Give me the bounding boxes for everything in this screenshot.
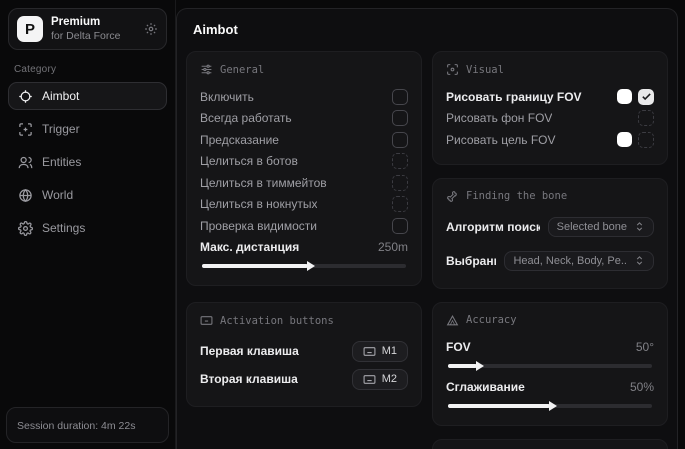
general-card: General Включить Всегда работать Предска…: [186, 51, 422, 286]
visual-row: Рисовать фон FOV: [446, 108, 654, 130]
slider-value: 50%: [630, 380, 654, 394]
slider-row: FOV 50°: [446, 337, 654, 359]
checkbox[interactable]: [638, 89, 654, 105]
crosshair-icon: [18, 89, 33, 104]
check-icon: [641, 91, 652, 102]
visual-row: Рисовать границу FOV: [446, 86, 654, 108]
sidebar-item-entities[interactable]: Entities: [8, 148, 167, 176]
toggle-row: Включить: [200, 86, 408, 108]
toggle-row: Целиться в тиммейтов: [200, 172, 408, 194]
fov-slider[interactable]: [448, 364, 652, 368]
main-panel: Aimbot General Включить Всегда работать: [176, 8, 678, 449]
toggle-row: Проверка видимости: [200, 215, 408, 237]
checkbox[interactable]: [392, 175, 408, 191]
entities-icon: [18, 155, 33, 170]
sidebar-item-world[interactable]: World: [8, 181, 167, 209]
keybind-button[interactable]: M1: [352, 341, 408, 362]
visual-card: Visual Рисовать границу FOV Рисовать фон…: [432, 51, 668, 165]
section-title: Accuracy: [466, 314, 517, 326]
checkbox[interactable]: [638, 132, 654, 148]
max-distance-slider[interactable]: [202, 264, 406, 268]
slider-value: 50°: [636, 340, 654, 354]
bone-algorithm-select[interactable]: Selected bone: [548, 217, 654, 237]
smoothing-slider[interactable]: [448, 404, 652, 408]
visual-row: Рисовать цель FOV: [446, 129, 654, 151]
checkbox[interactable]: [638, 110, 654, 126]
trigger-scope-icon: [18, 122, 33, 137]
page-title: Aimbot: [193, 22, 661, 37]
bone-card: Finding the bone Алгоритм поиска кости S…: [432, 178, 668, 289]
toggle-row: Предсказание: [200, 129, 408, 151]
bone-row: Выбранные кости Head, Neck, Body, Pe..: [446, 247, 654, 275]
section-title: Activation buttons: [220, 315, 334, 327]
keybind-row: Первая клавиша M1: [200, 337, 408, 365]
chevrons-up-down-icon: [634, 255, 645, 266]
sidebar-item-aimbot[interactable]: Aimbot: [8, 82, 167, 110]
section-title: General: [220, 64, 264, 76]
sidebar-item-label: World: [42, 188, 73, 202]
keybind-row: Вторая клавиша M2: [200, 365, 408, 393]
section-title: Finding the bone: [466, 190, 567, 202]
sidebar-item-label: Settings: [42, 221, 85, 235]
keyboard-icon: [363, 373, 376, 386]
brand-card: P Premium for Delta Force: [8, 8, 167, 50]
sidebar-item-settings[interactable]: Settings: [8, 214, 167, 242]
checkbox[interactable]: [392, 110, 408, 126]
chevrons-up-down-icon: [634, 221, 645, 232]
sidebar-nav: Aimbot Trigger Entities World Settings: [6, 82, 169, 242]
sidebar-item-label: Aimbot: [42, 89, 79, 103]
switch-delay-card: Switch Delay Задержка переключения Задер…: [432, 439, 668, 449]
sidebar-item-label: Entities: [42, 155, 81, 169]
sidebar-item-trigger[interactable]: Trigger: [8, 115, 167, 143]
toggle-row: Целиться в ботов: [200, 151, 408, 173]
session-duration: Session duration: 4m 22s: [6, 407, 169, 443]
bone-row: Алгоритм поиска кости Selected bone: [446, 213, 654, 241]
brand-subtitle: for Delta Force: [51, 30, 136, 42]
checkbox[interactable]: [392, 196, 408, 212]
sidebar: P Premium for Delta Force Category Aimbo…: [0, 0, 176, 449]
keyboard-icon: [200, 314, 213, 327]
keybind-button[interactable]: M2: [352, 369, 408, 390]
activation-card: Activation buttons Первая клавиша M1 Вто…: [186, 302, 422, 407]
checkbox[interactable]: [392, 132, 408, 148]
sliders-icon: [200, 63, 213, 76]
toggle-row: Всегда работать: [200, 108, 408, 130]
brand-title: Premium: [51, 16, 136, 29]
page-header: Aimbot: [177, 9, 677, 49]
slider-value: 250m: [378, 240, 408, 254]
section-title: Visual: [466, 64, 504, 76]
keyboard-icon: [363, 345, 376, 358]
eye-icon: [446, 63, 459, 76]
gear-icon: [18, 221, 33, 236]
color-swatch[interactable]: [617, 89, 632, 104]
brand-logo: P: [17, 16, 43, 42]
color-swatch[interactable]: [617, 132, 632, 147]
world-icon: [18, 188, 33, 203]
triangle-icon: [446, 314, 459, 327]
slider-row: Макс. дистанция 250m: [200, 237, 408, 259]
sidebar-item-label: Trigger: [42, 122, 80, 136]
bone-icon: [446, 190, 459, 203]
toggle-row: Целиться в нокнутых: [200, 194, 408, 216]
selected-bones-select[interactable]: Head, Neck, Body, Pe..: [504, 251, 654, 271]
slider-row: Сглаживание 50%: [446, 376, 654, 398]
checkbox[interactable]: [392, 153, 408, 169]
checkbox[interactable]: [392, 218, 408, 234]
checkbox[interactable]: [392, 89, 408, 105]
category-label: Category: [14, 64, 161, 75]
gear-icon[interactable]: [144, 22, 158, 36]
accuracy-card: Accuracy FOV 50° Сглаживание 50%: [432, 302, 668, 426]
